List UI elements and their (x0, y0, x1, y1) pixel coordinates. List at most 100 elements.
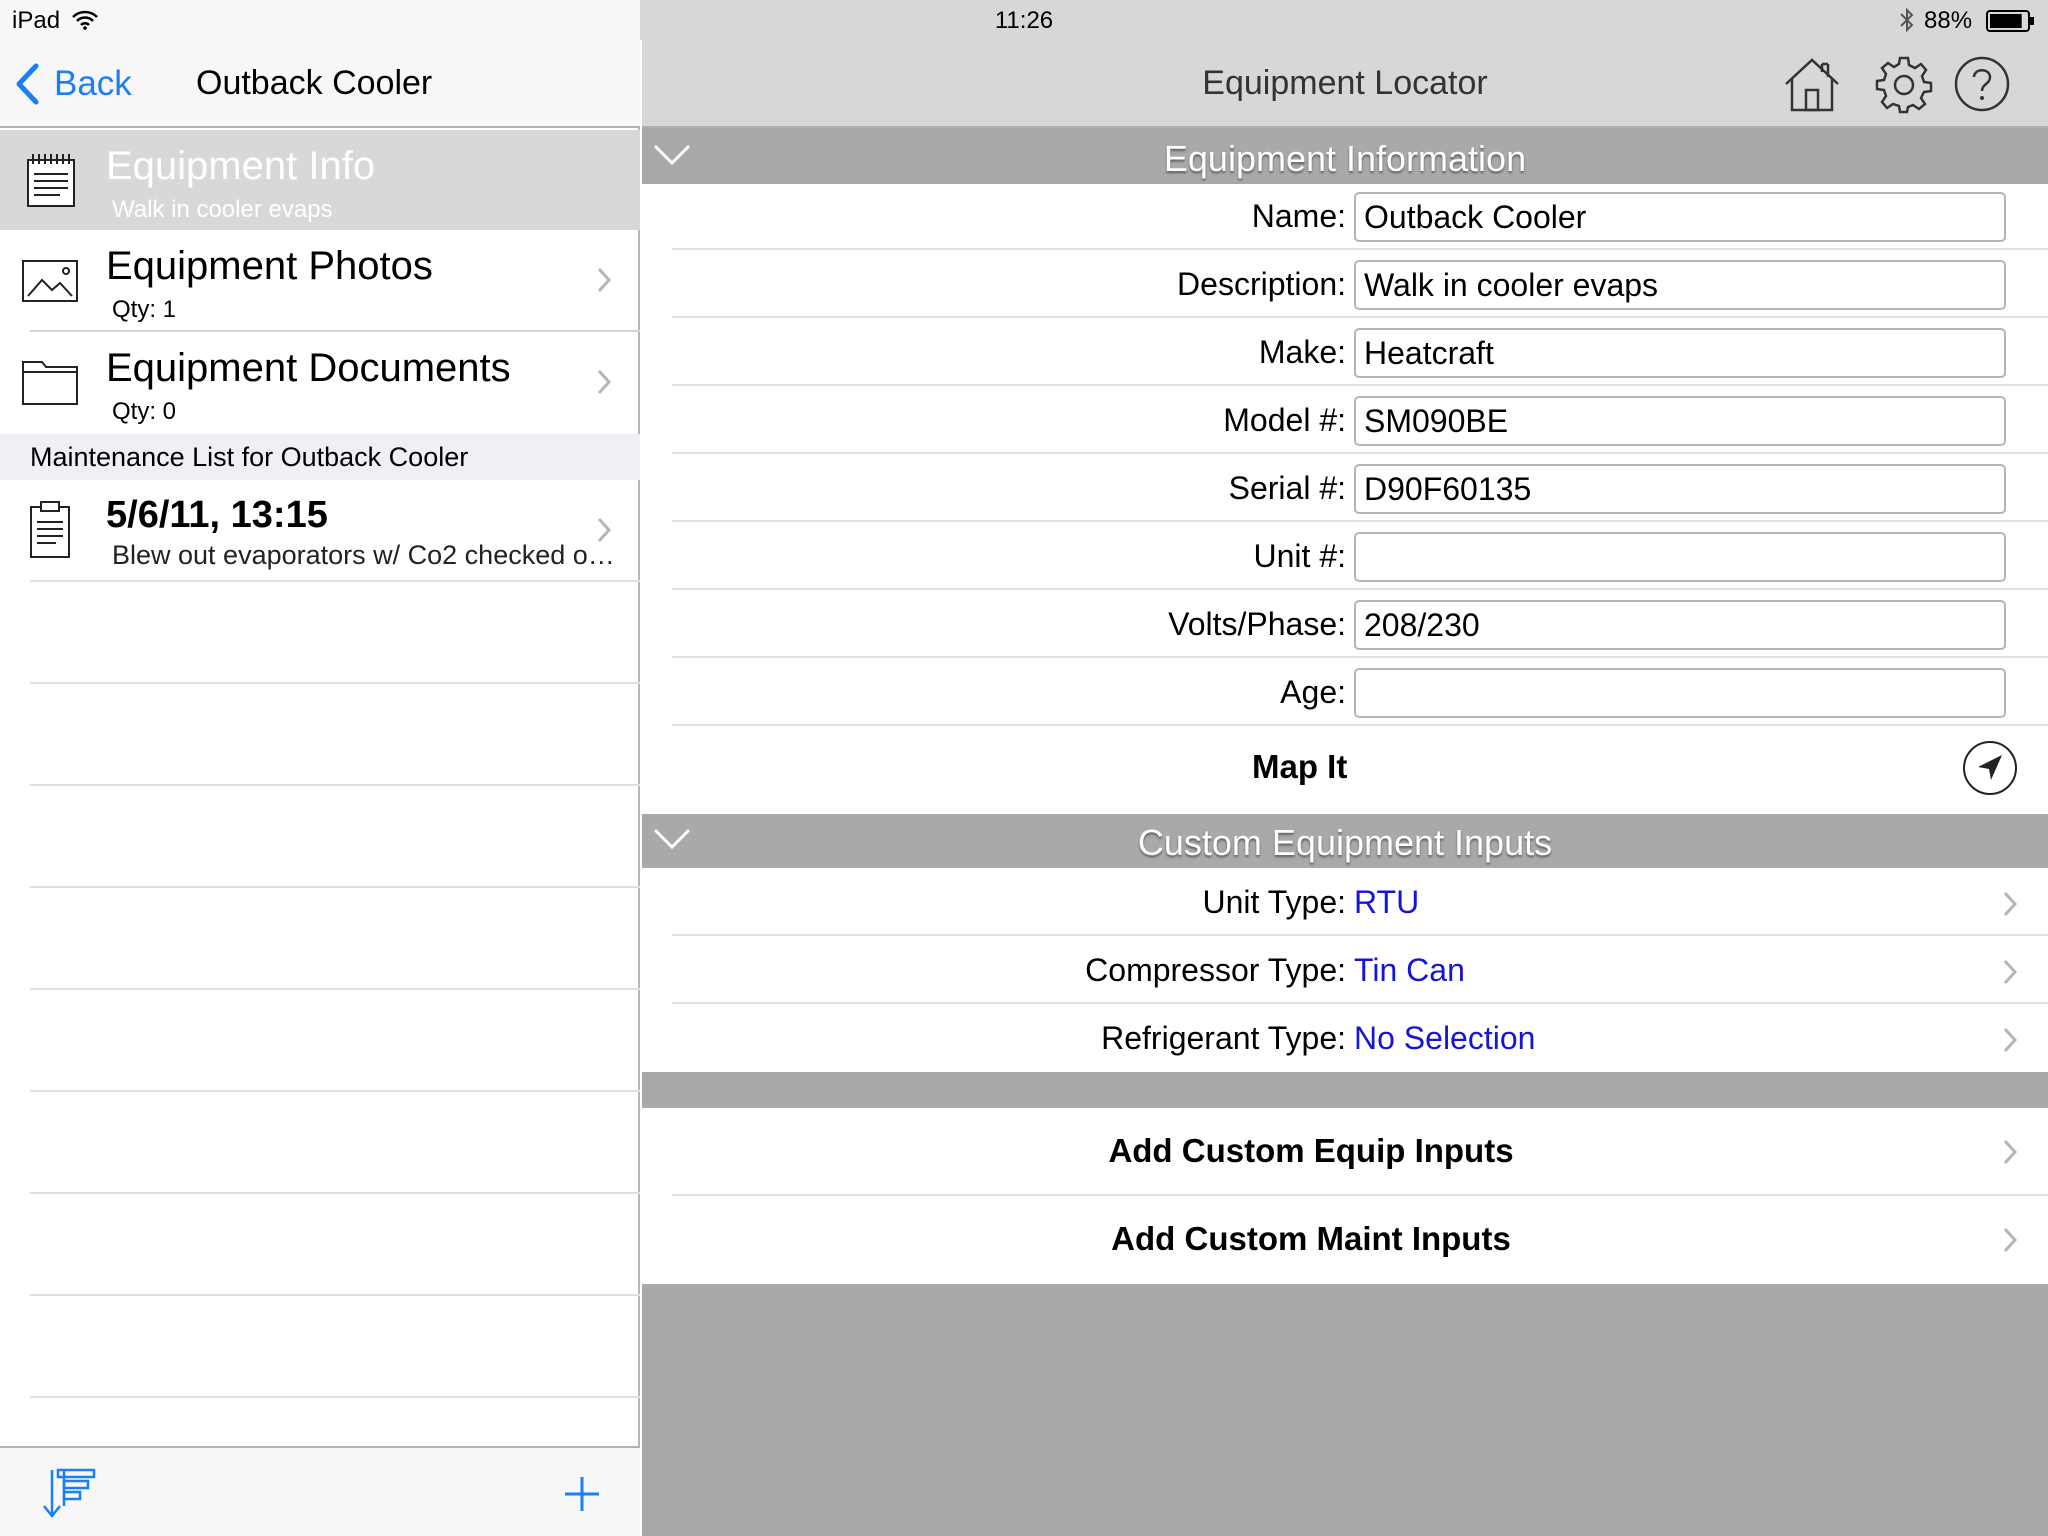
map-it-row[interactable]: Map It (642, 728, 2048, 814)
menu-item-equipment-documents[interactable]: Equipment Documents Qty: 0 (0, 332, 640, 432)
compressor-type-picker[interactable]: Compressor Type: Tin Can (642, 936, 2048, 1004)
empty-row-divider (30, 784, 640, 786)
menu-item-title: Equipment Info (106, 144, 376, 188)
chevron-right-icon (2003, 1027, 2018, 1053)
action-label: Add Custom Equip Inputs (1108, 1132, 1514, 1169)
field-divider (672, 384, 2048, 386)
compressor-type-label: Compressor Type: (1085, 952, 1346, 988)
custom-equipment-inputs-section-header: Custom Equipment Inputs (642, 814, 2048, 868)
chevron-right-icon (2003, 891, 2018, 917)
maintenance-section-header: Maintenance List for Outback Cooler (0, 434, 640, 480)
model-input[interactable] (1354, 396, 2006, 446)
sort-icon[interactable] (40, 1466, 96, 1522)
name-label: Name: (1251, 198, 1346, 234)
empty-row-divider (30, 988, 640, 990)
empty-row-divider (30, 1294, 640, 1296)
volts-phase-field-row: Volts/Phase: (642, 592, 2048, 660)
name-field-row: Name: (642, 184, 2048, 252)
empty-row-divider (30, 886, 640, 888)
left-navigation-bar: Back Outback Cooler (0, 40, 640, 128)
back-button-label: Back (54, 64, 132, 103)
empty-row-divider (30, 1192, 640, 1194)
unit-type-value: RTU (1354, 884, 1420, 920)
bluetooth-icon (1900, 7, 1914, 33)
age-input[interactable] (1354, 668, 2006, 718)
unit-type-label: Unit Type: (1202, 884, 1346, 920)
empty-row-divider (30, 1090, 640, 1092)
volts-phase-label: Volts/Phase: (1168, 606, 1346, 642)
home-icon[interactable] (1782, 54, 1842, 114)
menu-item-subtitle: Walk in cooler evaps (112, 196, 333, 223)
menu-item-equipment-info[interactable]: Equipment Info Walk in cooler evaps (0, 130, 640, 230)
menu-item-equipment-photos[interactable]: Equipment Photos Qty: 1 (0, 230, 640, 330)
name-input[interactable] (1354, 192, 2006, 242)
right-navigation-bar: Equipment Locator (642, 40, 2048, 128)
battery-icon (1986, 10, 2034, 32)
unit-type-picker[interactable]: Unit Type: RTU (642, 868, 2048, 936)
field-divider (672, 588, 2048, 590)
action-label: Add Custom Maint Inputs (1111, 1220, 1511, 1257)
detail-pane: Equipment Locator Equipment Information … (642, 0, 2048, 1536)
model-label: Model #: (1223, 402, 1346, 438)
maintenance-header-label: Maintenance List for Outback Cooler (30, 442, 469, 472)
chevron-right-icon (597, 517, 612, 543)
chevron-right-icon (2003, 959, 2018, 985)
field-divider (672, 656, 2048, 658)
unit-number-input[interactable] (1354, 532, 2006, 582)
compressor-type-value: Tin Can (1354, 952, 1465, 988)
status-bar: iPad 11:26 88% (0, 0, 2048, 40)
chevron-right-icon (2003, 1227, 2018, 1253)
location-arrow-icon[interactable] (1962, 740, 2018, 796)
section-title: Custom Equipment Inputs (1137, 822, 1553, 863)
photo-icon (22, 260, 78, 302)
status-time: 11:26 (994, 7, 1054, 34)
notepad-icon (27, 154, 75, 207)
age-field-row: Age: (642, 660, 2048, 728)
help-icon[interactable] (1952, 54, 2012, 114)
description-label: Description: (1177, 266, 1346, 302)
maintenance-item-date: 5/6/11, 13:15 (106, 494, 328, 536)
maintenance-list-item[interactable]: 5/6/11, 13:15 Blew out evaporators w/ Co… (0, 480, 640, 580)
empty-row-divider (30, 682, 640, 684)
add-custom-equip-inputs-button[interactable]: Add Custom Equip Inputs (642, 1108, 2048, 1196)
left-bottom-toolbar (0, 1446, 640, 1536)
add-custom-maint-inputs-button[interactable]: Add Custom Maint Inputs (642, 1196, 2048, 1284)
map-it-label: Map It (1252, 748, 1348, 785)
plus-icon[interactable] (562, 1474, 602, 1514)
field-divider (672, 520, 2048, 522)
serial-input[interactable] (1354, 464, 2006, 514)
chevron-right-icon (2003, 1139, 2018, 1165)
field-divider (672, 248, 2048, 250)
custom-equipment-inputs-list: Unit Type: RTU Compressor Type: Tin Can … (642, 868, 2048, 1072)
back-button[interactable]: Back (14, 62, 132, 106)
age-label: Age: (1280, 674, 1346, 710)
description-input[interactable] (1354, 260, 2006, 310)
menu-item-title: Equipment Documents (106, 346, 511, 390)
gear-icon[interactable] (1874, 54, 1934, 114)
maintenance-item-summary: Blew out evaporators w/ Co2 checked oper… (112, 540, 624, 570)
field-divider (672, 316, 2048, 318)
master-pane: Back Outback Cooler Equipment Info Walk … (0, 0, 640, 1536)
left-nav-title: Outback Cooler (196, 64, 433, 102)
empty-row-divider (30, 1396, 640, 1398)
equipment-information-section-header: Equipment Information (642, 130, 2048, 184)
refrigerant-type-picker[interactable]: Refrigerant Type: No Selection (642, 1004, 2048, 1072)
make-input[interactable] (1354, 328, 2006, 378)
battery-percent: 88% (1924, 7, 1973, 34)
chevron-right-icon (597, 267, 612, 293)
serial-field-row: Serial #: (642, 456, 2048, 524)
make-label: Make: (1258, 334, 1346, 370)
field-divider (672, 452, 2048, 454)
unit-number-label: Unit #: (1253, 538, 1346, 574)
chevron-right-icon (597, 369, 612, 395)
empty-row-divider (30, 580, 640, 582)
refrigerant-type-label: Refrigerant Type: (1101, 1020, 1346, 1056)
model-field-row: Model #: (642, 388, 2048, 456)
volts-phase-input[interactable] (1354, 600, 2006, 650)
folder-icon (22, 361, 78, 405)
custom-inputs-actions: Add Custom Equip Inputs Add Custom Maint… (642, 1108, 2048, 1284)
refrigerant-type-value: No Selection (1354, 1020, 1536, 1056)
chevron-left-icon (16, 63, 39, 105)
section-title: Equipment Information (1163, 138, 1527, 179)
description-field-row: Description: (642, 252, 2048, 320)
